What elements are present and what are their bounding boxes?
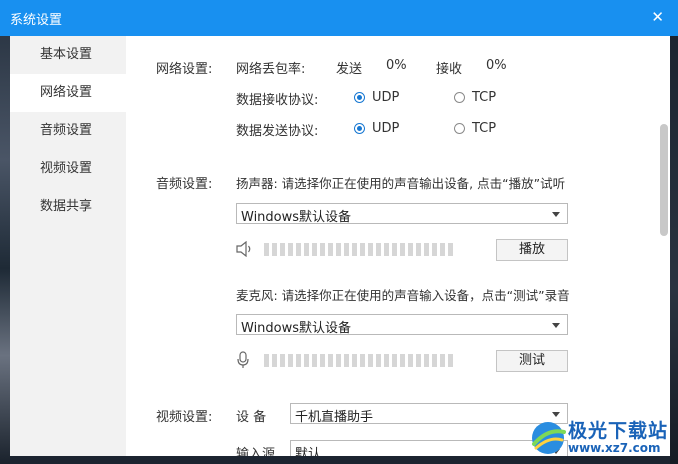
send-label: 发送 [336,62,363,77]
input-source-select[interactable]: 默认 [290,440,568,456]
radio-dot [454,123,465,134]
window-title: 系统设置 [10,13,63,28]
watermark: 极光下载站 www.xz7.com [528,418,668,458]
watermark-url: www.xz7.com [567,440,661,455]
radio-dot [454,92,465,103]
speaker-device-select[interactable]: Windows默认设备 [236,203,568,225]
send-tcp-radio[interactable]: TCP [454,121,496,136]
test-button[interactable]: 测试 [496,350,568,372]
sidebar: 基本设置 网络设置 音频设置 视频设置 数据共享 [10,36,126,456]
close-icon[interactable]: ✕ [651,8,664,26]
mic-device-select[interactable]: Windows默认设备 [236,314,568,336]
sidebar-item-audio[interactable]: 音频设置 [10,112,126,150]
sidebar-item-video[interactable]: 视频设置 [10,150,126,188]
play-button[interactable]: 播放 [496,239,568,261]
radio-dot [354,92,365,103]
settings-content: 网络设置: 网络丢包率: 发送 0% 接收 0% 数据接收协议: UDP TCP… [126,36,656,456]
send-loss-value: 0% [386,58,407,73]
receive-protocol-label: 数据接收协议: [236,93,319,108]
audio-section-label: 音频设置: [156,177,213,192]
receive-loss-value: 0% [486,58,507,73]
send-udp-radio[interactable]: UDP [354,121,399,136]
mic-description: 麦克风: 请选择你正在使用的声音输入设备，点击“测试”录音 [236,288,570,303]
receive-udp-radio[interactable]: UDP [354,90,399,105]
background-desktop-right [670,30,678,464]
receive-udp-label: UDP [372,90,400,105]
watermark-text: 极光下载站 www.xz7.com [567,419,668,455]
vertical-scrollbar[interactable] [660,124,668,236]
send-protocol-label: 数据发送协议: [236,124,319,139]
chevron-down-icon [552,212,560,217]
watermark-name: 极光下载站 [567,419,668,442]
video-device-label: 设 备 [236,410,267,425]
input-source-label: 输入源 [236,447,276,456]
receive-tcp-label: TCP [472,90,497,105]
chevron-down-icon [552,323,560,328]
video-device-select[interactable]: 千机直播助手 [290,403,568,425]
speaker-icon [236,241,251,257]
receive-tcp-radio[interactable]: TCP [454,90,496,105]
sidebar-item-network[interactable]: 网络设置 [10,74,126,112]
packet-loss-label: 网络丢包率: [236,62,306,77]
radio-dot [354,123,365,134]
mic-device-value: Windows默认设备 [241,321,352,336]
mic-level-meter [264,354,454,367]
sidebar-item-basic[interactable]: 基本设置 [10,36,126,74]
background-desktop-left [0,30,10,464]
send-tcp-label: TCP [472,121,497,136]
video-section-label: 视频设置: [156,410,213,425]
video-device-value: 千机直播助手 [295,410,374,425]
speaker-level-meter [264,243,454,256]
input-source-value: 默认 [295,447,322,456]
send-udp-label: UDP [372,121,400,136]
network-section-label: 网络设置: [156,62,213,77]
settings-window: 基本设置 网络设置 音频设置 视频设置 数据共享 网络设置: 网络丢包率: 发送… [10,36,670,456]
sidebar-item-data-share[interactable]: 数据共享 [10,188,126,226]
title-bar: 系统设置 ✕ [0,0,678,36]
microphone-icon [237,351,249,368]
watermark-logo-icon [531,422,566,454]
speaker-description: 扬声器: 请选择你正在使用的声音输出设备, 点击“播放”试听 [236,176,566,191]
receive-label: 接收 [436,62,463,77]
speaker-device-value: Windows默认设备 [241,210,352,225]
chevron-down-icon [552,412,560,417]
